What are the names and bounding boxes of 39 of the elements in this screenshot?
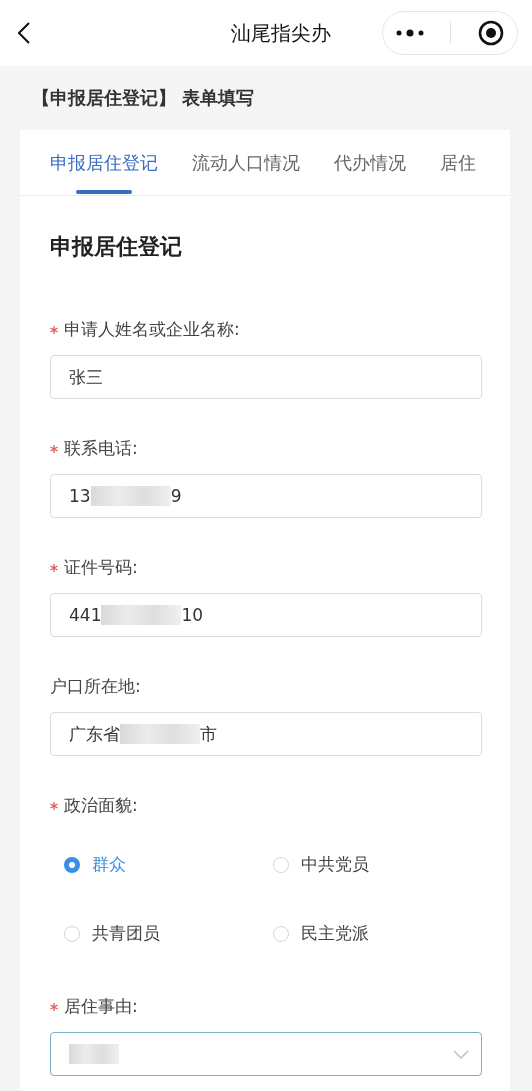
field-value: 市	[200, 722, 217, 746]
required-icon	[50, 563, 58, 572]
blurred-value	[69, 1044, 119, 1064]
tab[interactable]: 流动人口情况	[192, 130, 300, 195]
radio-label[interactable]: 民主党派	[301, 922, 369, 945]
select-field[interactable]	[50, 1032, 482, 1076]
field-value: 广东省	[69, 722, 120, 746]
required-icon	[50, 444, 58, 453]
field-value: 441	[69, 605, 102, 625]
radio-button[interactable]	[64, 856, 80, 873]
tab[interactable]: 代办情况	[334, 130, 406, 195]
field-label: 证件号码:	[64, 556, 138, 579]
required-icon	[50, 801, 58, 810]
field-label: 居住事由:	[64, 995, 138, 1018]
target-icon[interactable]	[477, 20, 504, 46]
chevron-down-icon	[453, 1049, 469, 1059]
required-icon	[50, 1002, 58, 1011]
input-field[interactable]: 张三	[50, 355, 482, 399]
field-value: 张三	[69, 365, 103, 389]
window-title: 汕尾指尖办	[230, 19, 332, 47]
input-field[interactable]: 13 9	[50, 474, 482, 518]
field-value: 10	[181, 605, 204, 625]
section-title: 申报居住登记	[50, 233, 183, 261]
back-icon[interactable]	[18, 22, 30, 44]
field-label: 户口所在地:	[50, 675, 141, 698]
radio-label[interactable]: 共青团员	[92, 922, 160, 945]
field-label: 联系电话:	[64, 437, 138, 460]
field-label: 申请人姓名或企业名称:	[64, 318, 240, 341]
radio-label[interactable]: 中共党员	[301, 853, 369, 876]
input-field[interactable]: 441 10	[50, 593, 482, 637]
tab[interactable]: 申报居住登记	[50, 130, 158, 195]
more-icon[interactable]	[396, 29, 425, 37]
input-field[interactable]: 广东省 市	[50, 712, 482, 756]
page-title: 【申报居住登记】 表单填写	[31, 86, 256, 110]
field-label: 政治面貌:	[64, 794, 138, 817]
required-icon	[50, 325, 58, 334]
radio-label[interactable]: 群众	[92, 853, 126, 876]
field-value: 9	[170, 486, 182, 506]
field-value: 13	[69, 486, 91, 506]
